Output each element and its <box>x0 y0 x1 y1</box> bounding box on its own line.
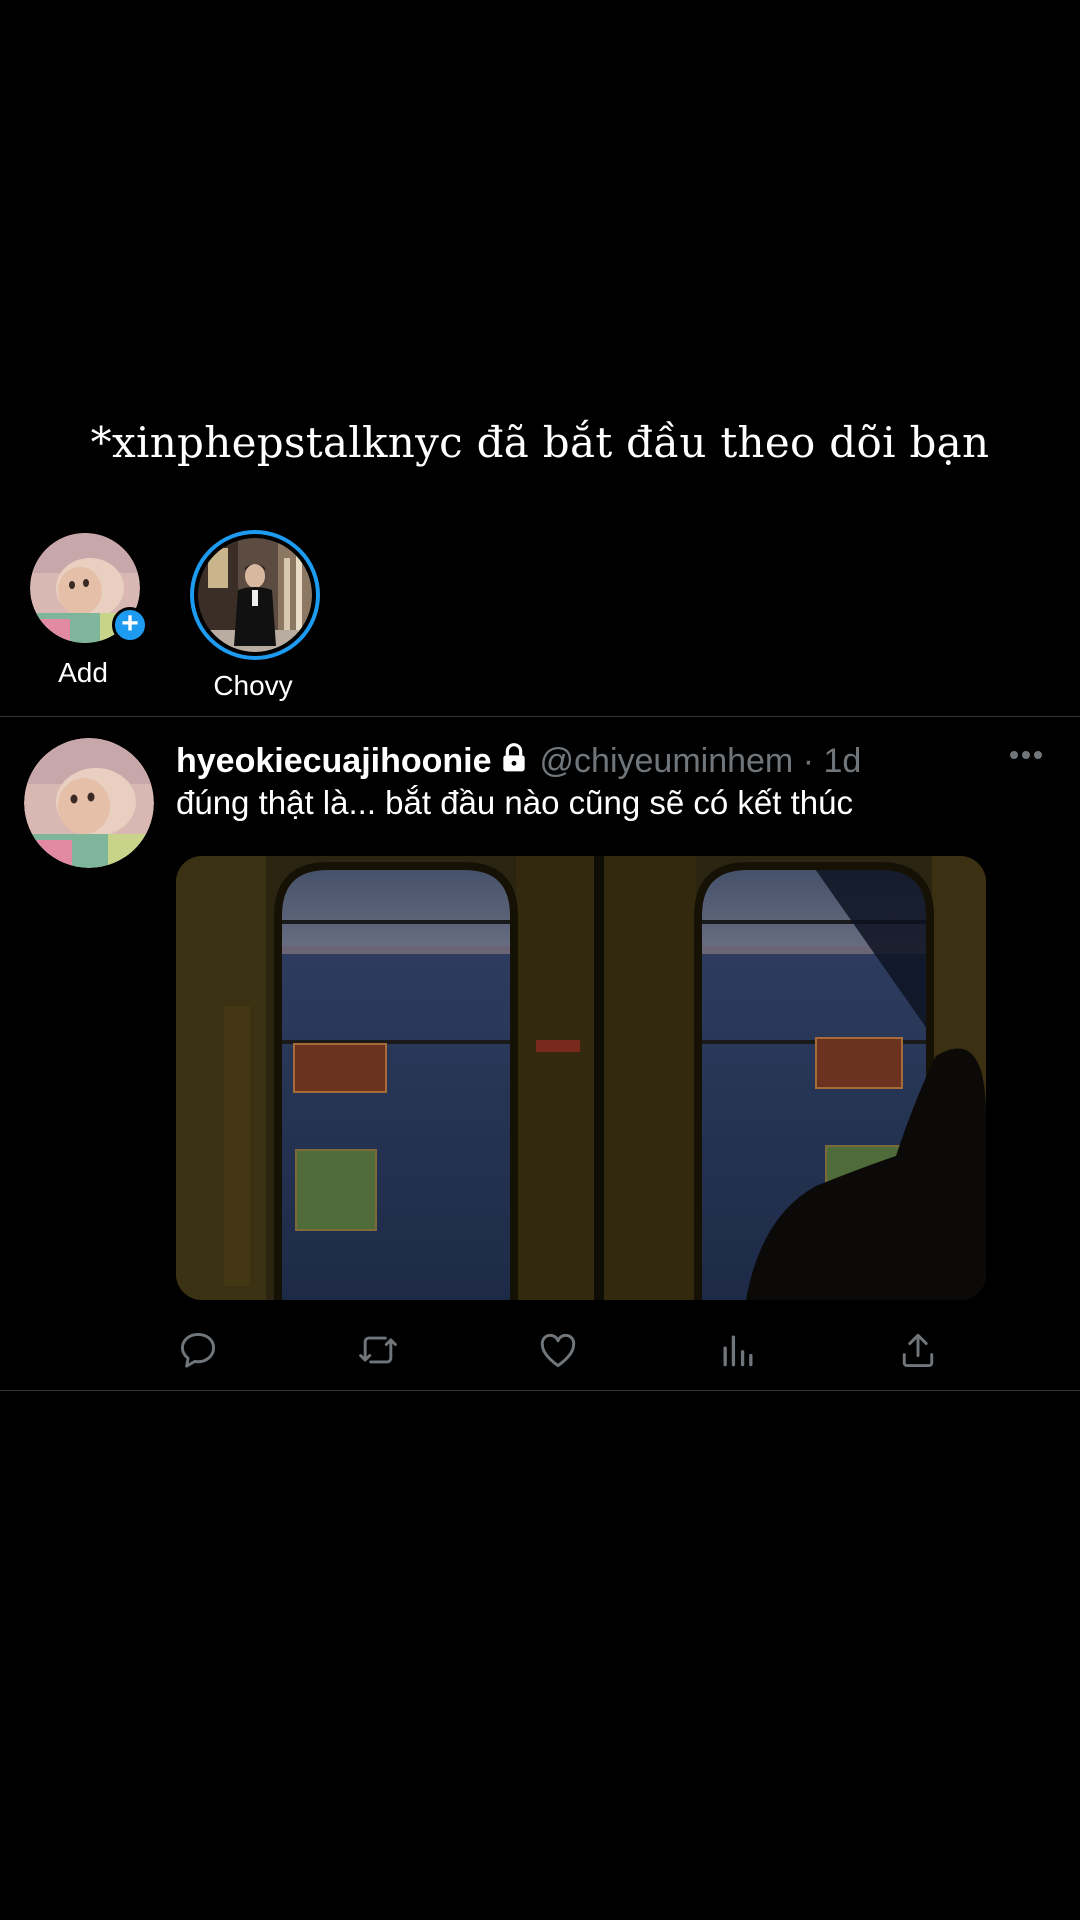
tweet-text: đúng thật là... bắt đầu nào cũng sẽ có k… <box>176 784 853 821</box>
like-icon[interactable] <box>536 1328 580 1372</box>
fleets-bar: + Add Chovy <box>0 530 1080 710</box>
tweet-author-avatar[interactable] <box>24 738 154 868</box>
author-display-name[interactable]: hyeokiecuajihoonie <box>176 742 492 780</box>
fleet-add-label: Add <box>58 657 108 688</box>
lock-icon <box>498 742 530 783</box>
tweet-header: hyeokiecuajihoonie @chiyeuminhem · 1d <box>176 742 861 783</box>
tweet-timestamp[interactable]: 1d <box>824 742 862 780</box>
retweet-icon[interactable] <box>356 1328 400 1372</box>
own-avatar: + <box>30 533 148 643</box>
analytics-icon[interactable] <box>716 1328 760 1372</box>
divider-top <box>0 716 1080 717</box>
more-options-icon[interactable] <box>1008 748 1044 766</box>
tweet-media-image[interactable] <box>176 856 986 1300</box>
author-handle[interactable]: @chiyeuminhem <box>540 742 794 780</box>
fleet-chovy[interactable]: Chovy <box>190 530 320 702</box>
follow-notification-caption: *xinphepstalknyc đã bắt đầu theo dõi bạn <box>90 418 990 467</box>
header-separator: · <box>802 742 815 780</box>
tweet[interactable]: hyeokiecuajihoonie @chiyeuminhem · 1d đún… <box>0 718 1080 1390</box>
share-icon[interactable] <box>896 1328 940 1372</box>
add-plus-icon[interactable]: + <box>112 607 148 643</box>
reply-icon[interactable] <box>176 1328 220 1372</box>
chovy-avatar <box>190 530 320 660</box>
tweet-actions <box>176 1328 936 1378</box>
divider-bottom <box>0 1390 1080 1391</box>
fleet-add[interactable]: + Add <box>30 533 148 689</box>
fleet-chovy-label: Chovy <box>213 670 293 701</box>
